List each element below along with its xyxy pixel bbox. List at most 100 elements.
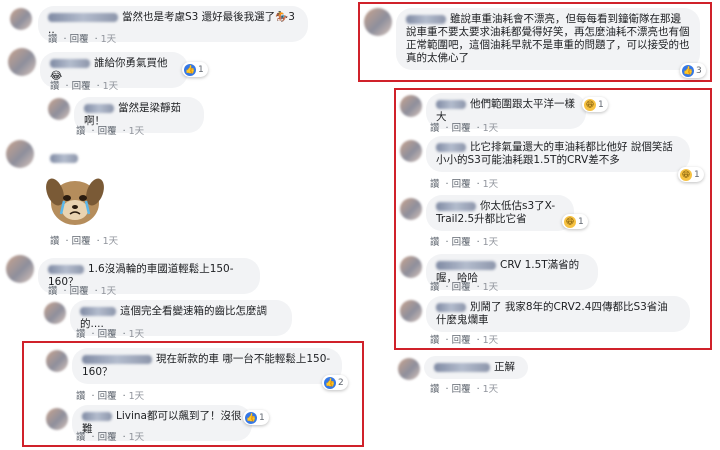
reply-link[interactable]: 回覆	[452, 123, 471, 134]
timestamp[interactable]: 1天	[101, 34, 117, 45]
like-link[interactable]: 讚	[48, 286, 58, 297]
timestamp[interactable]: 1天	[483, 123, 499, 134]
commenter-name[interactable]	[84, 103, 114, 113]
reply-link[interactable]: 回覆	[452, 335, 471, 346]
reaction-count[interactable]: 👍 1	[182, 62, 208, 77]
reply-link[interactable]: 回覆	[72, 81, 91, 92]
timestamp[interactable]: 1天	[101, 286, 117, 297]
avatar[interactable]	[10, 8, 32, 30]
like-link[interactable]: 讚	[50, 81, 60, 92]
commenter-name[interactable]	[436, 142, 466, 152]
like-link[interactable]: 讚	[430, 237, 440, 248]
timestamp[interactable]: 1天	[483, 237, 499, 248]
reaction-count[interactable]: 👍 2	[322, 375, 348, 390]
commenter-name[interactable]	[436, 260, 496, 270]
reply-link[interactable]: 回覆	[98, 126, 117, 137]
avatar[interactable]	[400, 140, 422, 162]
avatar[interactable]	[46, 350, 68, 372]
timestamp[interactable]: 1天	[483, 335, 499, 346]
crying-dog-sticker	[46, 178, 104, 225]
avatar[interactable]	[6, 140, 34, 168]
avatar[interactable]	[400, 256, 422, 278]
comment-text: 雖說車重油耗會不漂亮，但每每看到鐘衛隊在那邊說車重不要太要求油耗都覺得好笑，再怎…	[406, 13, 690, 64]
reply-link[interactable]: 回覆	[70, 286, 89, 297]
like-link[interactable]: 讚	[430, 123, 440, 134]
reply-link[interactable]: 回覆	[98, 432, 117, 443]
avatar[interactable]	[6, 255, 34, 283]
commenter-name[interactable]	[50, 58, 90, 68]
commenter-name[interactable]	[436, 302, 466, 312]
comment-actions: 讚 · 回覆 · 1天	[430, 179, 499, 190]
reply-link[interactable]: 回覆	[452, 179, 471, 190]
commenter-name[interactable]	[50, 154, 78, 163]
commenter-name[interactable]	[48, 264, 84, 274]
comment-bubble: 現在新款的車 哪一台不能輕鬆上150-160？	[72, 348, 342, 384]
reply-link[interactable]: 回覆	[72, 236, 91, 247]
timestamp[interactable]: 1天	[129, 432, 145, 443]
like-reaction-icon: 👍	[184, 63, 196, 76]
like-link[interactable]: 讚	[48, 34, 58, 45]
timestamp[interactable]: 1天	[483, 384, 499, 395]
comment-actions: 讚 · 回覆 · 1天	[76, 126, 145, 137]
commenter-name[interactable]	[406, 14, 446, 24]
reaction-count[interactable]: 👍 3	[680, 63, 706, 78]
reply-link[interactable]: 回覆	[98, 329, 117, 340]
commenter-name[interactable]	[48, 12, 118, 22]
timestamp[interactable]: 1天	[103, 81, 119, 92]
timestamp[interactable]: 1天	[483, 179, 499, 190]
avatar[interactable]	[44, 302, 66, 324]
like-reaction-icon: 👍	[245, 411, 257, 424]
comment-bubble: 比它排氣量還大的車油耗都比他好 說個笑話 小小的S3可能油耗跟1.5T的CRV差…	[426, 136, 690, 172]
like-link[interactable]: 讚	[76, 329, 86, 340]
reaction-count[interactable]: 😆 1	[562, 214, 588, 229]
comment-actions: 讚 · 回覆 · 1天	[430, 237, 499, 248]
timestamp[interactable]: 1天	[103, 236, 119, 247]
commenter-name[interactable]	[82, 411, 112, 421]
avatar[interactable]	[48, 98, 70, 120]
comment-bubble: 正解	[424, 356, 528, 379]
timestamp[interactable]: 1天	[129, 126, 145, 137]
like-link[interactable]: 讚	[430, 179, 440, 190]
avatar[interactable]	[400, 95, 422, 117]
comment-text: 比它排氣量還大的車油耗都比他好 說個笑話 小小的S3可能油耗跟1.5T的CRV差…	[436, 141, 673, 166]
avatar[interactable]	[400, 300, 422, 322]
reaction-count[interactable]: 👍 1	[243, 410, 269, 425]
reply-link[interactable]: 回覆	[70, 34, 89, 45]
like-link[interactable]: 讚	[50, 236, 60, 247]
avatar[interactable]	[46, 408, 68, 430]
reaction-count[interactable]: 😆 1	[678, 167, 704, 182]
commenter-name[interactable]	[82, 354, 152, 364]
reply-link[interactable]: 回覆	[452, 282, 471, 293]
reply-link[interactable]: 回覆	[98, 391, 117, 402]
comment-actions: 讚 · 回覆 · 1天	[430, 123, 499, 134]
comment-actions: 讚 · 回覆 · 1天	[48, 34, 117, 45]
commenter-name[interactable]	[80, 306, 116, 316]
commenter-name[interactable]	[436, 99, 466, 109]
haha-reaction-icon: 😆	[584, 98, 596, 111]
like-link[interactable]: 讚	[430, 384, 440, 395]
comment-text: 別鬧了 我家8年的CRV2.4四傳都比S3省油 什麼鬼爛車	[436, 301, 668, 326]
avatar[interactable]	[8, 48, 36, 76]
comment-actions: 讚 · 回覆 · 1天	[48, 286, 117, 297]
avatar[interactable]	[398, 358, 420, 380]
like-link[interactable]: 讚	[76, 391, 86, 402]
timestamp[interactable]: 1天	[129, 391, 145, 402]
comment-actions: 讚 · 回覆 · 1天	[430, 384, 499, 395]
reply-link[interactable]: 回覆	[452, 384, 471, 395]
comment-actions: 讚 · 回覆 · 1天	[50, 236, 119, 247]
like-link[interactable]: 讚	[430, 335, 440, 346]
like-reaction-icon: 👍	[682, 64, 694, 77]
avatar[interactable]	[364, 8, 392, 36]
commenter-name[interactable]	[436, 201, 476, 211]
like-link[interactable]: 讚	[430, 282, 440, 293]
haha-reaction-icon: 😆	[564, 215, 576, 228]
reaction-count[interactable]: 😆 1	[582, 97, 608, 112]
avatar[interactable]	[400, 198, 422, 220]
reply-link[interactable]: 回覆	[452, 237, 471, 248]
timestamp[interactable]: 1天	[483, 282, 499, 293]
like-link[interactable]: 讚	[76, 432, 86, 443]
timestamp[interactable]: 1天	[129, 329, 145, 340]
comment-actions: 讚 · 回覆 · 1天	[76, 432, 145, 443]
commenter-name[interactable]	[434, 362, 490, 372]
like-link[interactable]: 讚	[76, 126, 86, 137]
